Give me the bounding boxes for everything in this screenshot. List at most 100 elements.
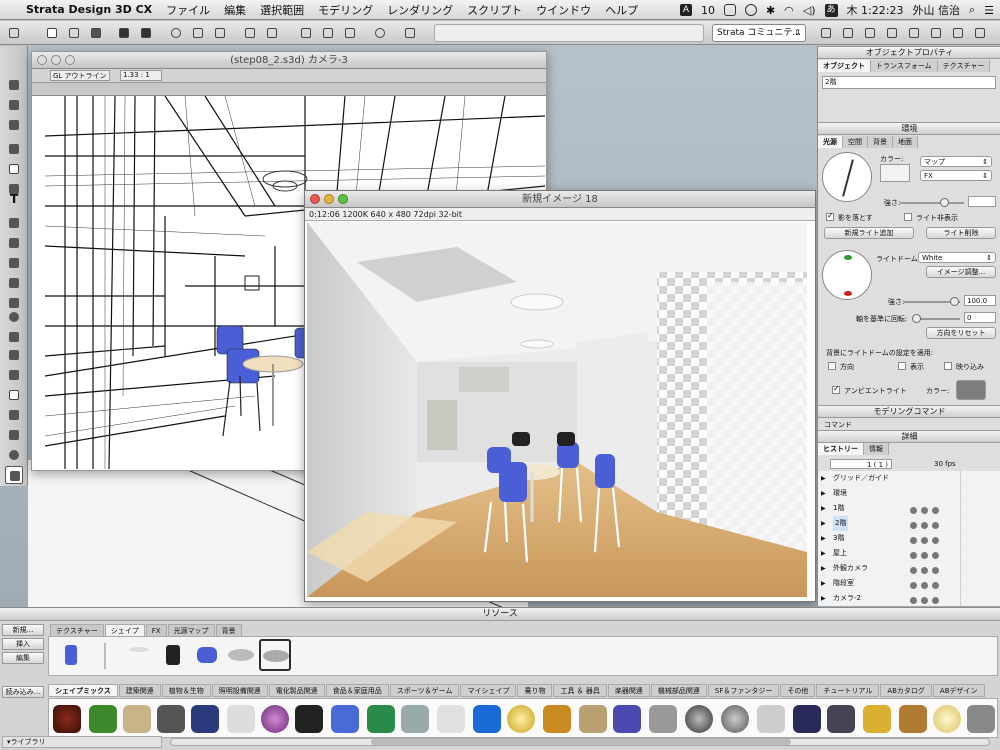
robot-shape[interactable] <box>331 705 359 733</box>
rectangle-tool-icon[interactable] <box>5 160 23 178</box>
tab-texture[interactable]: テクスチャー <box>50 624 104 636</box>
bag-icon[interactable] <box>972 25 988 41</box>
boolean-tool-icon[interactable] <box>5 274 23 292</box>
category-tab[interactable]: スポーツ＆ゲーム <box>389 684 460 697</box>
snap-icon[interactable] <box>6 25 22 41</box>
community-select[interactable]: Strata コミュニテ... ⇕ <box>712 24 806 42</box>
list-item[interactable]: ▶ 階段室 <box>818 576 1000 591</box>
speaker-shape[interactable] <box>157 705 185 733</box>
list-item[interactable]: ▶ 屋上 <box>818 546 1000 561</box>
resource-load-button[interactable]: 読み込み... <box>2 686 44 698</box>
light-direction-dial[interactable] <box>822 152 872 202</box>
dome-strength-slider[interactable] <box>904 297 960 306</box>
modeling-window-titlebar[interactable]: (step08_2.s3d) カメラ-3 <box>32 52 546 69</box>
minimize-icon[interactable] <box>324 194 334 204</box>
volume-icon[interactable]: ◁) <box>803 4 816 17</box>
menu-selection[interactable]: 選択範囲 <box>260 2 304 18</box>
object-arrow-tool-icon[interactable] <box>5 96 23 114</box>
tab-background[interactable]: 背景 <box>868 136 893 148</box>
tab-shape[interactable]: シェイプ <box>104 624 145 636</box>
list-item[interactable]: ▶ グリッド／ガイド <box>818 471 1000 486</box>
environment-header[interactable]: 環境 <box>818 122 1000 135</box>
category-tab[interactable]: 機械部品関連 <box>650 684 707 697</box>
camera-tool-icon[interactable] <box>5 346 23 364</box>
open-icon[interactable] <box>66 25 82 41</box>
ambient-light-checkbox[interactable] <box>832 384 840 394</box>
render-icon[interactable] <box>840 25 856 41</box>
ball-shape[interactable] <box>261 705 289 733</box>
object-name-field[interactable]: 2階 <box>822 76 996 89</box>
bulb-shape[interactable] <box>933 705 961 733</box>
figure-shape[interactable] <box>367 705 395 733</box>
zoom-icon[interactable] <box>65 55 75 65</box>
moon-shape[interactable] <box>721 705 749 733</box>
eyedropper-tool-icon[interactable] <box>5 116 23 134</box>
ungroup-icon[interactable] <box>264 25 280 41</box>
resource-insert-button[interactable]: 挿入 <box>2 638 44 650</box>
tab-transform[interactable]: トランスフォーム <box>871 60 938 72</box>
tablet-shape[interactable] <box>401 705 429 733</box>
truck-shape[interactable] <box>89 705 117 733</box>
camera-icon[interactable] <box>818 25 834 41</box>
dining-set-thumbnail[interactable] <box>191 639 223 671</box>
armor-shape[interactable] <box>649 705 677 733</box>
tab-texture[interactable]: テクスチャー <box>937 60 991 72</box>
view-buttons[interactable] <box>462 70 542 81</box>
lizard-shape[interactable] <box>579 705 607 733</box>
palette-icon[interactable] <box>884 25 900 41</box>
bluetooth-icon[interactable]: ✱ <box>766 4 775 17</box>
category-tab[interactable]: SF＆ファンタジー <box>707 684 780 697</box>
battery-value[interactable]: 10 <box>701 4 715 17</box>
tab-space[interactable]: 空間 <box>843 136 868 148</box>
modeling-command-header[interactable]: モデリングコマンド <box>818 405 1000 418</box>
menu-modeling[interactable]: モデリング <box>318 2 373 18</box>
tab-background[interactable]: 背景 <box>215 624 242 636</box>
light-color-swatch[interactable] <box>880 164 910 182</box>
scale-select[interactable]: 1.33 : 1 <box>120 70 162 81</box>
tab-light[interactable]: 光源 <box>818 136 843 148</box>
app-menu[interactable]: Strata Design 3D CX <box>26 3 152 16</box>
adobe-badge-icon[interactable]: A <box>679 4 692 16</box>
render-window-titlebar[interactable]: 新規イメージ 18 <box>305 191 815 208</box>
image-adjust-button[interactable]: イメージ調整... <box>926 266 996 278</box>
wifi-icon[interactable]: ◠ <box>784 4 794 17</box>
frame-field[interactable]: 1 ( 1 ) <box>830 459 892 469</box>
spotlight-icon[interactable]: ⌕ <box>969 3 975 17</box>
rocket-icon[interactable] <box>862 25 878 41</box>
render-mode-select[interactable]: GL アウトライン <box>50 70 110 81</box>
link-icon[interactable] <box>372 25 388 41</box>
copy-icon[interactable] <box>190 25 206 41</box>
list-item-selected[interactable]: ▶ 2階 <box>818 516 1000 531</box>
render-tool-icon[interactable] <box>5 466 23 484</box>
rotate-axis-field[interactable]: 0 <box>964 312 996 323</box>
rotate-view-tool-icon[interactable] <box>5 426 23 444</box>
menu-file[interactable]: ファイル <box>166 2 210 18</box>
library-select[interactable]: ▾ライブラリ <box>2 736 162 748</box>
render-window[interactable]: 新規イメージ 18 0:12:06 1200K 640 x 480 72dpi … <box>304 190 816 602</box>
ime-icon[interactable]: あ <box>824 3 838 17</box>
column-shape[interactable] <box>757 705 785 733</box>
arrow-tool-icon[interactable] <box>5 76 23 94</box>
category-tab[interactable]: 乗り物 <box>517 684 553 697</box>
list-item[interactable]: ▶ 外観カメラ <box>818 561 1000 576</box>
time-machine-icon[interactable] <box>744 4 757 16</box>
menu-script[interactable]: スクリプト <box>467 2 522 18</box>
dome-show-checkbox[interactable] <box>898 362 906 370</box>
table-thumbnail[interactable] <box>123 639 155 671</box>
close-icon[interactable] <box>310 194 320 204</box>
resource-new-button[interactable]: 新規... <box>2 624 44 636</box>
category-tab[interactable]: チュートリアル <box>816 684 880 697</box>
text-tool-icon[interactable]: T <box>5 190 23 208</box>
bottle-shape[interactable] <box>227 705 255 733</box>
dome-strength-field[interactable]: 100.0 <box>964 295 996 306</box>
menu-help[interactable]: ヘルプ <box>605 2 638 18</box>
strength-field[interactable] <box>968 196 996 207</box>
tape-shape[interactable] <box>191 705 219 733</box>
paste-icon[interactable] <box>212 25 228 41</box>
light-dome-dial[interactable] <box>822 250 872 300</box>
capsule-shape[interactable] <box>613 705 641 733</box>
light-dome-select[interactable]: White <box>918 252 996 263</box>
menu-edit[interactable]: 編集 <box>224 2 246 18</box>
pot-shape[interactable] <box>53 705 81 733</box>
list-item[interactable]: ▶ 3階 <box>818 531 1000 546</box>
